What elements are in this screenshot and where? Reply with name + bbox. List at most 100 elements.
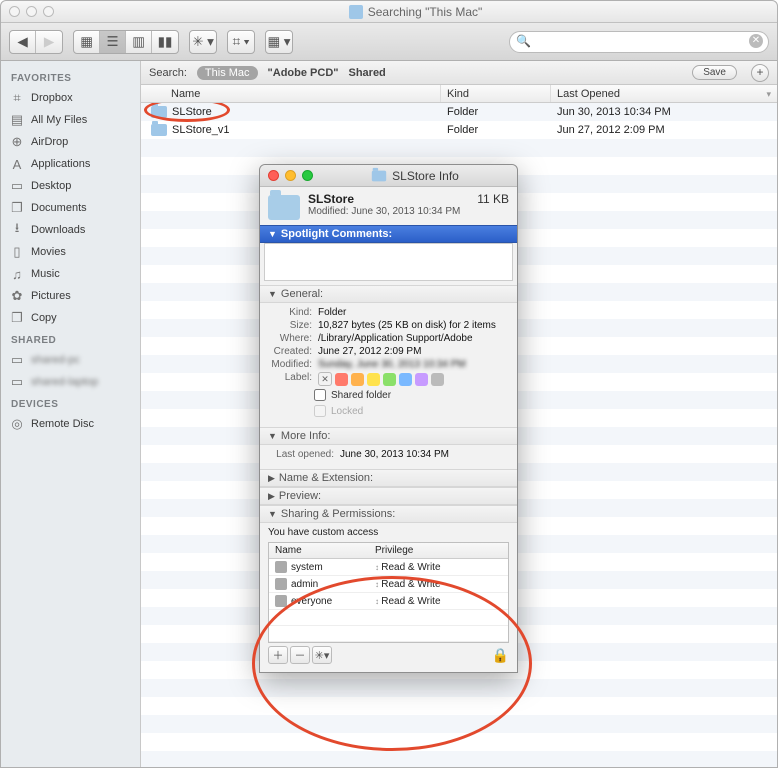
view-buttons: ▦ ☰ ▥ ▮▮: [73, 30, 179, 54]
perm-row[interactable]: adminRead & Write: [269, 576, 508, 593]
lock-icon[interactable]: 🔒: [492, 647, 509, 664]
section-moreinfo[interactable]: ▼More Info:: [260, 427, 517, 445]
col-lastopened[interactable]: Last Opened: [551, 85, 777, 102]
result-row[interactable]: SLStore Folder Jun 30, 2013 10:34 PM: [141, 103, 777, 121]
sidebar-item-allmyfiles[interactable]: ▤All My Files: [1, 109, 140, 131]
add-rule-button[interactable]: +: [751, 64, 769, 82]
locked-check[interactable]: Locked: [270, 403, 507, 419]
label-blue[interactable]: [399, 373, 412, 386]
info-modified: Modified: June 30, 2013 10:34 PM: [308, 206, 509, 217]
section-preview[interactable]: ▶Preview:: [260, 487, 517, 505]
sidebar-item-airdrop[interactable]: ⊕AirDrop: [1, 131, 140, 153]
titlebar: Searching "This Mac": [1, 1, 777, 23]
label-gray[interactable]: [431, 373, 444, 386]
sidebar-item-pictures[interactable]: ✿Pictures: [1, 285, 140, 307]
label-orange[interactable]: [351, 373, 364, 386]
permissions-footer: ＋ － ✳▾ 🔒: [268, 643, 509, 664]
group-icon: [275, 578, 287, 590]
spotlight-comments-box[interactable]: [264, 243, 513, 281]
section-nameext[interactable]: ▶Name & Extension:: [260, 469, 517, 487]
sidebar: FAVORITES ⌗Dropbox ▤All My Files ⊕AirDro…: [1, 61, 141, 767]
info-window: SLStore Info SLStore 11 KB Modified: Jun…: [259, 164, 518, 673]
search-label: Search:: [149, 67, 187, 79]
result-row[interactable]: SLStore_v1 Folder Jun 27, 2012 2:09 PM: [141, 121, 777, 139]
pictures-icon: ✿: [9, 288, 25, 304]
sidebar-item-copy[interactable]: ❐Copy: [1, 307, 140, 329]
sidebar-item-music[interactable]: ♫Music: [1, 263, 140, 285]
perm-row[interactable]: everyoneRead & Write: [269, 593, 508, 610]
view-coverflow[interactable]: ▮▮: [152, 31, 178, 53]
devices-header: DEVICES: [1, 393, 140, 413]
movies-icon: ▯: [9, 244, 25, 260]
access-text: You have custom access: [268, 527, 509, 538]
label-colors[interactable]: ✕: [318, 372, 507, 386]
sidebar-item-shared-1[interactable]: ▭shared-pc: [1, 349, 140, 371]
airdrop-icon: ⊕: [9, 134, 25, 150]
minimize-dot[interactable]: [26, 6, 37, 17]
label-clear[interactable]: ✕: [318, 372, 332, 386]
action-menu[interactable]: ✳ ▾: [189, 30, 217, 54]
scope-adobepcd[interactable]: "Adobe PCD": [268, 67, 339, 79]
sidebar-item-applications[interactable]: AApplications: [1, 153, 140, 175]
perm-head-priv[interactable]: Privilege: [369, 543, 508, 558]
finder-window: Searching "This Mac" ◀ ▶ ▦ ☰ ▥ ▮▮ ✳ ▾ ⌗ …: [0, 0, 778, 768]
window-title: Searching "This Mac": [54, 5, 777, 19]
sidebar-item-desktop[interactable]: ▭Desktop: [1, 175, 140, 197]
info-size: 11 KB: [477, 192, 509, 206]
pc-icon: ▭: [9, 374, 25, 390]
search-input[interactable]: [509, 31, 769, 53]
section-sharing[interactable]: ▼Sharing & Permissions:: [260, 505, 517, 523]
permission-action-menu[interactable]: ✳▾: [312, 646, 332, 664]
shared-folder-check[interactable]: Shared folder: [270, 387, 507, 403]
perm-head-name[interactable]: Name: [269, 543, 369, 558]
perm-row[interactable]: systemRead & Write: [269, 559, 508, 576]
applications-icon: A: [9, 156, 25, 172]
back-button[interactable]: ◀: [10, 31, 36, 53]
save-search-button[interactable]: Save: [692, 65, 737, 80]
label-red[interactable]: [335, 373, 348, 386]
section-spotlight[interactable]: ▼Spotlight Comments:: [260, 225, 517, 243]
info-close[interactable]: [268, 170, 279, 181]
info-minimize[interactable]: [285, 170, 296, 181]
info-zoom[interactable]: [302, 170, 313, 181]
copy-icon: ❐: [9, 310, 25, 326]
sidebar-item-remotedisc[interactable]: ◎Remote Disc: [1, 413, 140, 435]
scope-thismac[interactable]: This Mac: [197, 66, 258, 80]
folder-icon: [151, 106, 167, 118]
close-dot[interactable]: [9, 6, 20, 17]
sidebar-item-dropbox[interactable]: ⌗Dropbox: [1, 87, 140, 109]
disclosure-icon: ▼: [268, 229, 277, 239]
zoom-dot[interactable]: [43, 6, 54, 17]
label-green[interactable]: [383, 373, 396, 386]
disclosure-icon: ▶: [268, 491, 275, 502]
dropbox-menu[interactable]: ⌗ ▾: [227, 30, 255, 54]
scope-shared[interactable]: Shared: [348, 67, 385, 79]
label-yellow[interactable]: [367, 373, 380, 386]
col-name[interactable]: Name: [141, 85, 441, 102]
arrange-menu[interactable]: ▦ ▾: [265, 30, 293, 54]
col-kind[interactable]: Kind: [441, 85, 551, 102]
all-files-icon: ▤: [9, 112, 25, 128]
add-permission-button[interactable]: ＋: [268, 646, 288, 664]
sidebar-item-shared-2[interactable]: ▭shared-laptop: [1, 371, 140, 393]
section-general[interactable]: ▼General:: [260, 285, 517, 303]
label-purple[interactable]: [415, 373, 428, 386]
search-field[interactable]: 🔍 ✕: [509, 31, 769, 53]
music-icon: ♫: [9, 266, 25, 282]
sharing-body: You have custom access Name Privilege sy…: [260, 523, 517, 672]
sidebar-item-movies[interactable]: ▯Movies: [1, 241, 140, 263]
permissions-table: Name Privilege systemRead & Write adminR…: [268, 542, 509, 643]
toolbar: ◀ ▶ ▦ ☰ ▥ ▮▮ ✳ ▾ ⌗ ▾ ▦ ▾ 🔍 ✕: [1, 23, 777, 61]
view-columns[interactable]: ▥: [126, 31, 152, 53]
search-icon: 🔍: [516, 34, 531, 48]
info-traffic: [268, 170, 313, 181]
view-list[interactable]: ☰: [100, 31, 126, 53]
forward-button[interactable]: ▶: [36, 31, 62, 53]
sidebar-item-downloads[interactable]: ⭳Downloads: [1, 219, 140, 241]
clear-search-icon[interactable]: ✕: [749, 34, 763, 48]
column-headers: Name Kind Last Opened: [141, 85, 777, 103]
sidebar-item-documents[interactable]: ❐Documents: [1, 197, 140, 219]
desktop-icon: ▭: [9, 178, 25, 194]
remove-permission-button[interactable]: －: [290, 646, 310, 664]
view-icons[interactable]: ▦: [74, 31, 100, 53]
